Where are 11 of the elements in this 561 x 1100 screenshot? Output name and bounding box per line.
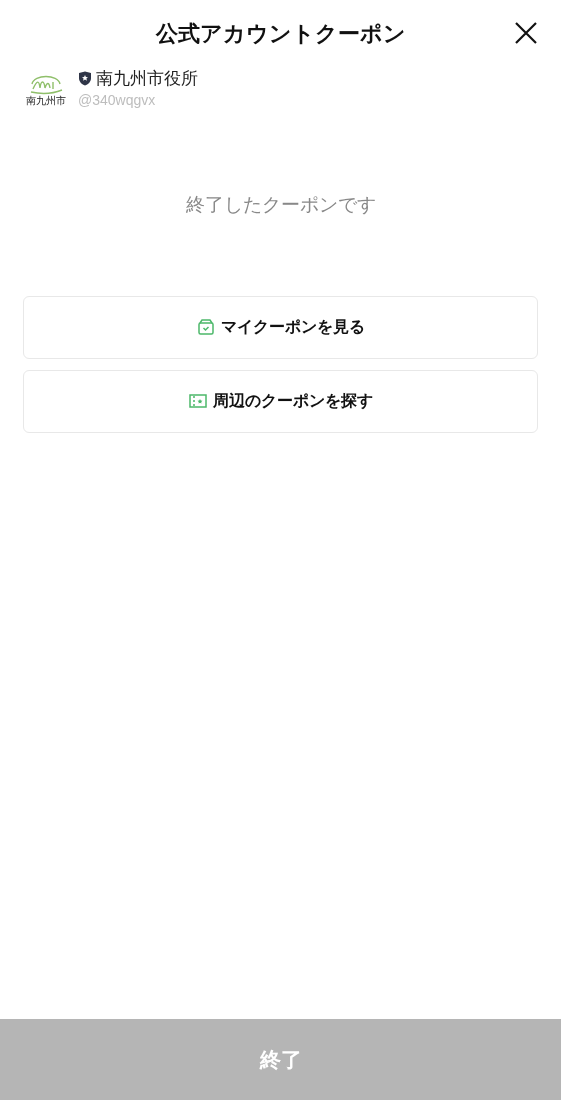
header-title: 公式アカウントクーポン bbox=[155, 19, 406, 48]
close-icon bbox=[514, 21, 538, 45]
account-name: 南九州市役所 bbox=[96, 68, 198, 90]
coupon-link-button[interactable]: 周辺のクーポンを探す bbox=[23, 369, 538, 433]
coupon-link-button[interactable]: マイクーポンを見る bbox=[23, 295, 538, 359]
verified-shield-icon bbox=[78, 71, 92, 87]
status-message: 終了したクーポンです bbox=[185, 193, 376, 217]
coupon-box-icon bbox=[196, 318, 215, 336]
account-id: @340wqgvx bbox=[78, 91, 157, 109]
ticket-icon bbox=[188, 393, 207, 409]
logo-text: 南九州市 bbox=[26, 95, 66, 106]
